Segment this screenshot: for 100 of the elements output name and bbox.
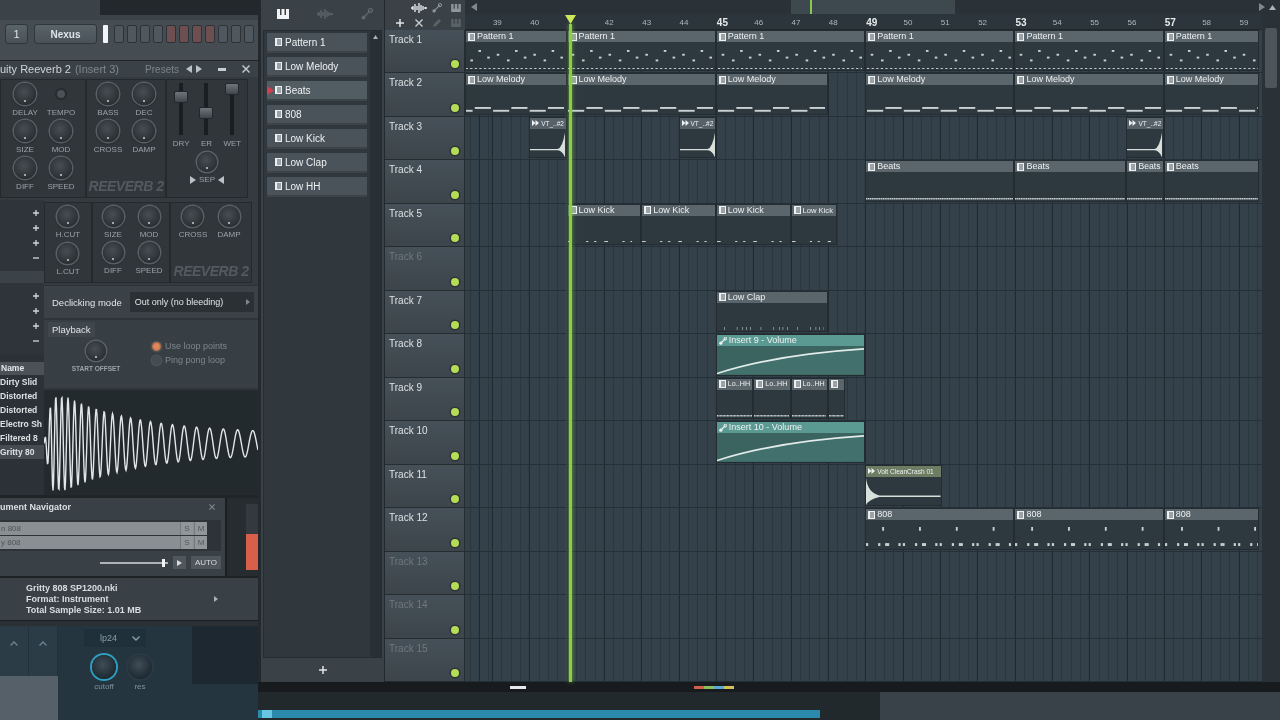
track-header[interactable]: Track 2	[385, 73, 465, 117]
mute-led[interactable]	[451, 147, 459, 156]
browser-item[interactable]: Electro Sh	[0, 417, 44, 431]
pattern-clip[interactable]: Pattern 1	[566, 30, 716, 72]
browser-item[interactable]: Gritty 80	[0, 445, 44, 459]
track-header[interactable]: Track 3	[385, 116, 465, 161]
close-icon[interactable]	[209, 504, 215, 510]
plus-icon[interactable]	[33, 240, 39, 246]
knob[interactable]	[138, 206, 160, 227]
filter-dropdown[interactable]: lp24	[84, 629, 146, 647]
mute-led[interactable]	[451, 538, 459, 547]
mute-led[interactable]	[451, 103, 459, 112]
knob[interactable]	[57, 243, 79, 264]
automation-clip[interactable]: Insert 9 - Volume	[715, 334, 866, 376]
step-button[interactable]	[218, 25, 228, 43]
close-icon[interactable]	[242, 65, 250, 73]
knob[interactable]	[97, 83, 119, 105]
close-icon[interactable]	[414, 18, 423, 27]
pattern-item[interactable]: Low Clap	[267, 153, 367, 173]
pattern-clip[interactable]: Low Melody	[465, 73, 567, 115]
knob[interactable]	[14, 157, 36, 179]
pattern-clip[interactable]: Pattern 1	[715, 30, 866, 72]
pattern-clip[interactable]: Pattern 1	[1163, 30, 1259, 72]
fader-handle[interactable]	[174, 91, 189, 103]
knob[interactable]	[138, 242, 160, 263]
mute-led[interactable]	[451, 364, 459, 373]
mute-led[interactable]	[451, 582, 459, 591]
slider-handle[interactable]	[161, 558, 165, 567]
step-button[interactable]	[153, 25, 163, 43]
knob[interactable]	[14, 120, 36, 142]
arrow-up-icon[interactable]	[373, 35, 378, 39]
track-header[interactable]: Track 1	[385, 30, 465, 74]
mute-led[interactable]	[451, 669, 459, 678]
track-header[interactable]: Track 10	[385, 421, 465, 465]
step-button[interactable]	[140, 25, 150, 43]
plus-icon[interactable]	[33, 293, 39, 299]
pattern-clip[interactable]: Beats	[1126, 160, 1164, 202]
track-header[interactable]: Track 11	[385, 464, 465, 509]
track-header[interactable]: Track 5	[385, 203, 465, 248]
node-line-icon[interactable]	[432, 2, 443, 13]
step-button[interactable]	[179, 25, 189, 43]
browser-item[interactable]: Distorted	[0, 389, 44, 403]
step-button[interactable]	[166, 25, 176, 43]
browser-item[interactable]: Dirty Slid	[0, 375, 44, 389]
channel-number-button[interactable]: 1	[5, 24, 28, 44]
mute-led[interactable]	[451, 234, 459, 243]
pattern-item[interactable]: Pattern 1	[267, 33, 367, 53]
pattern-clip[interactable]: Pattern 1	[865, 30, 1015, 72]
pattern-clip[interactable]: Beats	[865, 160, 1015, 202]
piano-keys-icon[interactable]	[277, 9, 289, 19]
pattern-item[interactable]: Low Melody	[267, 57, 367, 77]
pattern-item[interactable]: 808	[267, 105, 367, 125]
track-header[interactable]: Track 12	[385, 508, 465, 552]
pattern-item[interactable]: Low Kick	[267, 129, 367, 149]
step-button[interactable]	[192, 25, 202, 43]
color-strip-icon[interactable]	[694, 685, 734, 689]
add-icon[interactable]	[318, 666, 327, 674]
knob[interactable]	[182, 206, 204, 227]
pattern-clip[interactable]: Beats	[1014, 160, 1127, 202]
triangle-left-icon[interactable]	[218, 175, 224, 184]
chevron-right-icon[interactable]	[246, 299, 250, 305]
pattern-clip[interactable]: Low Melody	[566, 73, 716, 115]
track-header[interactable]: Track 9	[385, 377, 465, 422]
add-icon[interactable]	[396, 18, 405, 27]
knob[interactable]	[50, 157, 72, 179]
pattern-clip[interactable]: 808	[1014, 508, 1164, 550]
pattern-item[interactable]: Low HH	[267, 177, 367, 197]
knob[interactable]	[102, 206, 124, 227]
mute-led[interactable]	[451, 190, 459, 199]
horizontal-scrollbar[interactable]	[258, 710, 820, 718]
auto-button[interactable]: AUTO	[190, 556, 221, 569]
knob[interactable]	[14, 83, 36, 105]
scroll-left-icon[interactable]	[471, 3, 477, 11]
knob[interactable]	[97, 120, 119, 142]
mute-led[interactable]	[451, 277, 459, 286]
step-button[interactable]	[205, 25, 215, 43]
step-button[interactable]	[244, 25, 254, 43]
channel-name-button[interactable]: Nexus	[34, 24, 97, 44]
browser-item[interactable]: Distorted	[0, 403, 44, 417]
chevron-up-icon[interactable]	[10, 641, 18, 646]
triangle-right-icon[interactable]	[190, 175, 196, 184]
pattern-clip[interactable]: Low Kick	[566, 203, 642, 246]
knob[interactable]	[133, 83, 155, 105]
step-button[interactable]	[231, 25, 241, 43]
scroll-right-icon[interactable]	[1259, 3, 1265, 11]
minus-icon[interactable]	[33, 338, 39, 344]
minus-icon[interactable]	[33, 255, 39, 261]
track-header[interactable]: Track 4	[385, 160, 465, 204]
triangle-right-icon[interactable]	[196, 65, 202, 73]
pattern-clip[interactable]: Pattern 1	[465, 30, 567, 72]
fader-handle[interactable]	[225, 83, 240, 95]
fader-handle[interactable]	[199, 107, 214, 119]
mute-led[interactable]	[451, 60, 459, 69]
scrollbar-thumb[interactable]	[262, 710, 272, 718]
minimize-icon[interactable]	[218, 67, 226, 71]
plus-icon[interactable]	[33, 225, 39, 231]
mute-led[interactable]	[451, 451, 459, 460]
knob[interactable]	[102, 242, 124, 263]
pattern-clip[interactable]: Low Melody	[1014, 73, 1164, 115]
plus-icon[interactable]	[33, 308, 39, 314]
